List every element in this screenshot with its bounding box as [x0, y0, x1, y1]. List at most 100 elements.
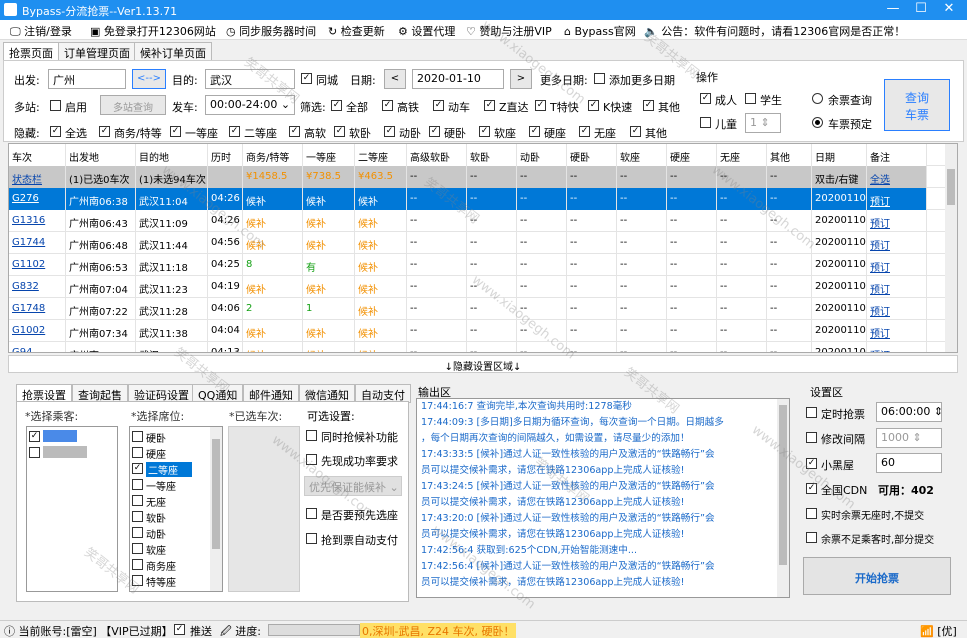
seat-item-label[interactable]: 硬卧	[146, 430, 166, 445]
seat-item-label[interactable]: 硬座	[146, 446, 166, 461]
passenger-1-checkbox[interactable]: ✓	[29, 431, 40, 442]
grid-header-row[interactable]: 车次 出发地 目的地 历时 商务/特等 一等座 二等座 高级软卧 软卧 动卧 硬卧 软座 硬座 无座 其他日…	[9, 144, 947, 166]
menu-website[interactable]: ⌂ Bypass官网	[564, 23, 636, 39]
output-log[interactable]: 17:44:16:7 查询完毕,本次查询共用时:1278毫秒 17:44:09:3…	[416, 398, 790, 598]
output-scrollbar[interactable]	[777, 399, 789, 597]
passenger-list[interactable]: ✓	[26, 426, 118, 592]
remain-query-radio[interactable]	[812, 93, 823, 104]
table-row[interactable]: G1316 广州南06:43 武汉11:09 04:26 候补 候补 候补 -- -- -- -- -…	[9, 210, 947, 232]
menu-proxy[interactable]: ⚙ 设置代理	[398, 23, 455, 39]
multi-enable-checkbox[interactable]	[50, 100, 61, 111]
maximize-button[interactable]: ☐	[906, 1, 936, 19]
menu-sponsor[interactable]: ♡ 赞助与注册VIP	[466, 23, 552, 39]
seat-list[interactable]: 硬卧 硬座 ✓ 二等座 一等座 无座 软卧 动卧 软座 商务座 特等座	[129, 426, 223, 592]
table-row[interactable]: G832 广州南07:04 武汉11:23 04:19 候补 候补 候补 -- -- -- -- --…	[9, 276, 947, 298]
hide-11-checkbox[interactable]: ✓	[630, 126, 641, 137]
seat-item-label[interactable]: 软卧	[146, 510, 166, 525]
hide-2-checkbox[interactable]: ✓	[170, 126, 181, 137]
table-row[interactable]: G1748 广州南07:22 武汉11:28 04:06 2 1 候补 -- -- -- -- -- -…	[9, 298, 947, 320]
child-count-stepper[interactable]: 1 ⇕	[745, 113, 781, 133]
interval-checkbox[interactable]	[806, 432, 817, 443]
filter-gaotie-checkbox[interactable]: ✓	[382, 100, 393, 111]
seat-checkbox[interactable]	[132, 543, 143, 554]
timed-checkbox[interactable]	[806, 407, 817, 418]
partial-checkbox[interactable]	[806, 532, 817, 543]
filter-dongche-checkbox[interactable]: ✓	[433, 100, 444, 111]
cell-train[interactable]: 车次	[9, 144, 66, 166]
seat-checkbox[interactable]	[132, 559, 143, 570]
seat-checkbox[interactable]	[132, 511, 143, 522]
query-tickets-button[interactable]: 查询 车票	[884, 79, 950, 131]
seat-checkbox[interactable]	[132, 431, 143, 442]
blackroom-checkbox[interactable]: ✓	[806, 458, 817, 469]
multi-query-button[interactable]: 多站查询	[100, 95, 166, 115]
hide-5-checkbox[interactable]: ✓	[334, 126, 345, 137]
hide-10-checkbox[interactable]: ✓	[579, 126, 590, 137]
table-row[interactable]: G276 广州南06:38 武汉11:04 04:26 候补 候补 候补 -- -- -- -- --…	[9, 188, 947, 210]
tab-waitlist[interactable]: 候补订单页面	[134, 42, 212, 61]
cell-train[interactable]: G1102	[9, 254, 66, 276]
grid-status-row[interactable]: 状态栏 (1)已选0车次 (1)未选94车次 ¥1458.5 ¥738.5 ¥463.5-…	[9, 166, 947, 188]
cell-train[interactable]: G832	[9, 276, 66, 298]
cell-train[interactable]: 状态栏	[9, 166, 66, 188]
depart-select[interactable]: 00:00-24:00 ⌄	[205, 95, 295, 115]
menu-open-12306[interactable]: ▣ 免登录打开12306网站	[90, 23, 216, 39]
seat-item-label[interactable]: 软座	[146, 542, 166, 557]
grid-scrollbar[interactable]	[945, 144, 957, 352]
seat-checkbox[interactable]	[132, 575, 143, 586]
filter-k-checkbox[interactable]: ✓	[588, 100, 599, 111]
tab-grab[interactable]: 抢票页面	[3, 42, 59, 61]
table-row[interactable]: G1002 广州南07:34 武汉11:38 04:04 候补 候补 候补 -- -- -- -- -…	[9, 320, 947, 342]
selected-train-list[interactable]	[228, 426, 300, 592]
minimize-button[interactable]: —	[878, 1, 908, 19]
hide-7-checkbox[interactable]: ✓	[429, 126, 440, 137]
seat-checkbox[interactable]	[132, 479, 143, 490]
opt-preselect-checkbox[interactable]	[306, 508, 317, 519]
cell-train[interactable]: G1316	[9, 210, 66, 232]
seat-list-scrollbar[interactable]	[210, 427, 222, 591]
add-more-dates-checkbox[interactable]	[594, 73, 605, 84]
filter-all-checkbox[interactable]: ✓	[331, 100, 342, 111]
interval-input[interactable]: 1000 ⇕	[876, 428, 942, 448]
hide-6-checkbox[interactable]: ✓	[384, 126, 395, 137]
next-date-button[interactable]: >	[510, 69, 532, 89]
table-row[interactable]: G94广州南07:39武汉11:5204:13候补候补候补-----------…	[9, 342, 947, 352]
opt-success-checkbox[interactable]	[306, 454, 317, 465]
seat-item-label[interactable]: 无座	[146, 494, 166, 509]
from-input[interactable]: 广州	[48, 69, 126, 89]
seat-checkbox[interactable]	[132, 527, 143, 538]
same-city-checkbox[interactable]: ✓	[301, 73, 312, 84]
start-grab-button[interactable]: 开始抢票	[803, 557, 951, 595]
swap-button[interactable]: <-->	[132, 69, 166, 89]
table-row[interactable]: G1744 广州南06:48 武汉11:44 04:56 候补 候补 候补 -- -- -- -- -…	[9, 232, 947, 254]
seat-item-label[interactable]: 特等座	[146, 574, 176, 589]
prev-date-button[interactable]: <	[384, 69, 406, 89]
timed-input[interactable]: 06:00:00 ⇕	[876, 402, 942, 422]
hide-3-checkbox[interactable]: ✓	[229, 126, 240, 137]
student-checkbox[interactable]	[745, 93, 756, 104]
filter-t-checkbox[interactable]: ✓	[535, 100, 546, 111]
passenger-2-checkbox[interactable]	[29, 447, 40, 458]
child-checkbox[interactable]	[700, 117, 711, 128]
seat-checkbox[interactable]	[132, 447, 143, 458]
seat-item-label[interactable]: 动卧	[146, 526, 166, 541]
blackroom-input[interactable]: 60	[876, 453, 942, 473]
cell-note[interactable]: 预订	[867, 320, 927, 342]
cell-note[interactable]: 全选	[867, 166, 927, 188]
to-input[interactable]: 武汉	[205, 69, 295, 89]
close-button[interactable]: ✕	[934, 1, 964, 19]
menu-check-update[interactable]: ↻ 检查更新	[328, 23, 385, 39]
seat-item-label[interactable]: 商务座	[146, 558, 176, 573]
opt-autopay-checkbox[interactable]	[306, 533, 317, 544]
hide-9-checkbox[interactable]: ✓	[529, 126, 540, 137]
cell-note[interactable]: 预订	[867, 276, 927, 298]
menu-sync-time[interactable]: ◷ 同步服务器时间	[226, 23, 316, 39]
adult-checkbox[interactable]: ✓	[700, 93, 711, 104]
cell-note[interactable]: 预订	[867, 210, 927, 232]
filter-z-checkbox[interactable]: ✓	[484, 100, 495, 111]
cell-note[interactable]: 预订	[867, 298, 927, 320]
cell-train[interactable]: G94	[9, 342, 66, 352]
date-input[interactable]: 2020-01-10	[412, 69, 504, 89]
push-checkbox[interactable]: ✓	[174, 624, 185, 635]
seat-item-label[interactable]: 二等座	[146, 462, 192, 477]
